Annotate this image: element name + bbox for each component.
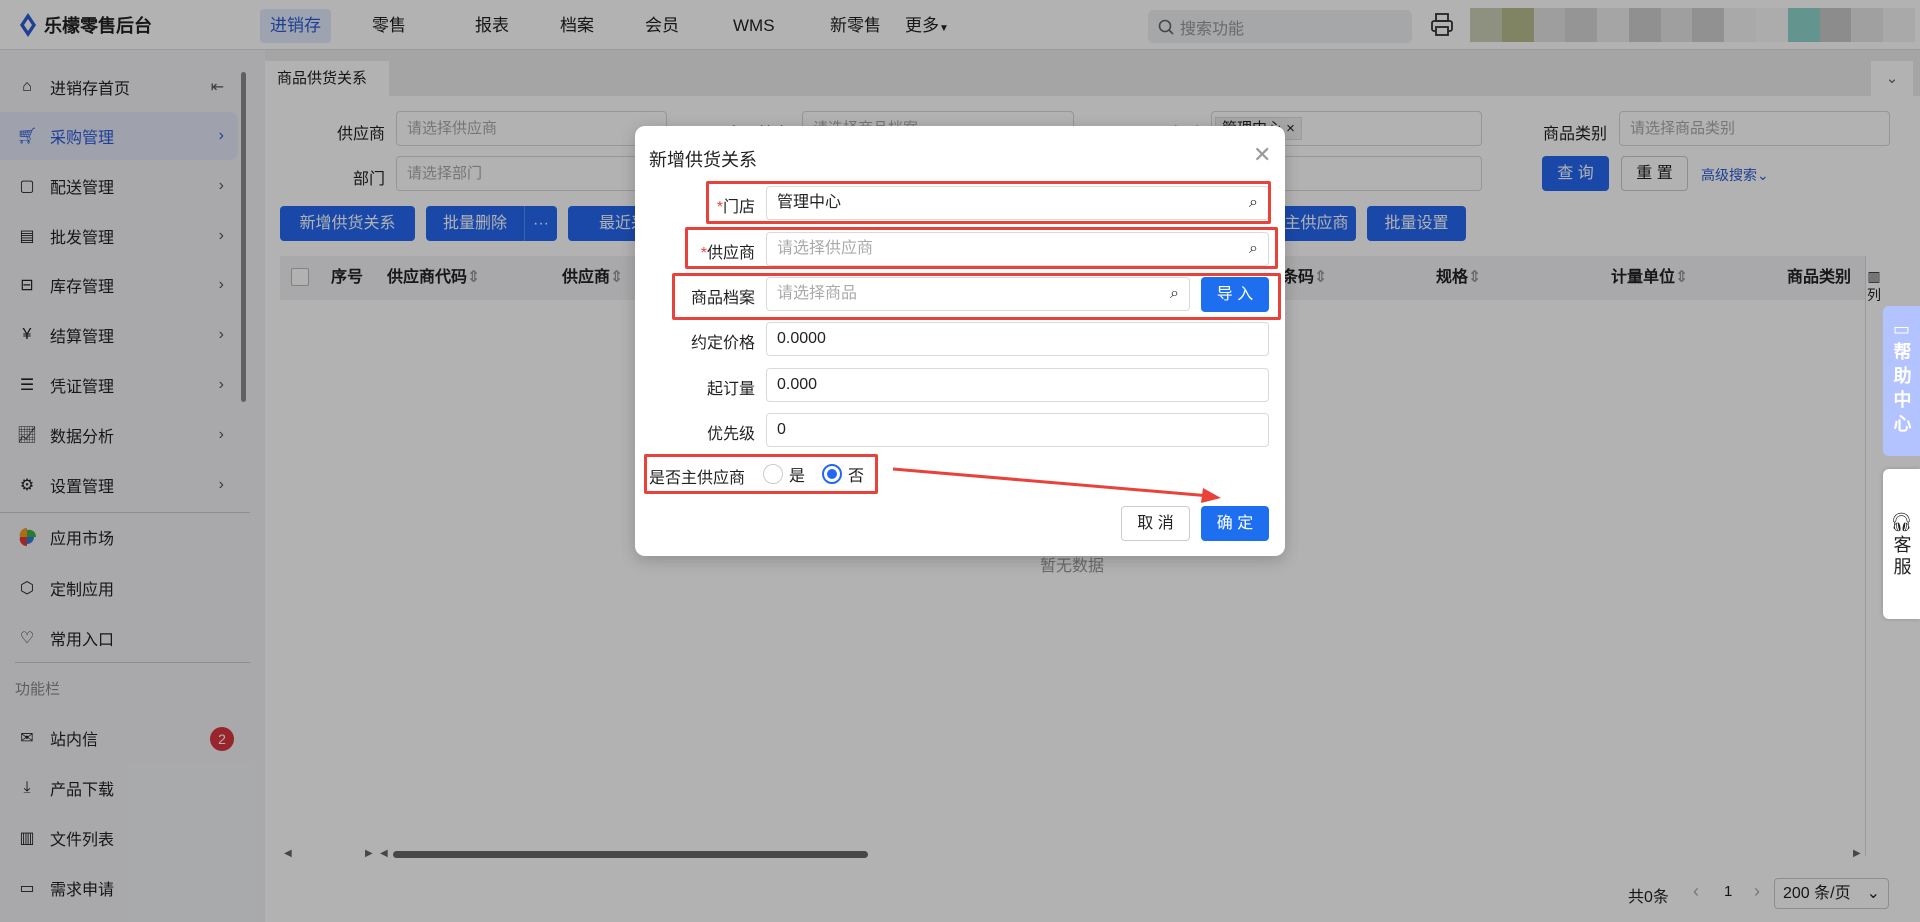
price-label: 约定价格: [690, 335, 755, 352]
help-chat-icon: ▭: [1892, 319, 1910, 339]
priority-input[interactable]: 0: [766, 413, 1269, 447]
dialog-title: 新增供货关系: [649, 150, 757, 170]
annotation-box-main-supplier: [644, 454, 878, 494]
confirm-button[interactable]: 确 定: [1201, 506, 1269, 541]
cancel-button[interactable]: 取 消: [1121, 506, 1190, 541]
help-center-label: 帮助中心: [1891, 342, 1912, 438]
annotation-arrow-icon: [892, 467, 1221, 503]
annotation-box-product: [672, 273, 1281, 320]
close-icon[interactable]: ✕: [1253, 142, 1271, 168]
annotation-box-store: [706, 181, 1271, 224]
customer-service-tab[interactable]: 🎧︎ 客服: [1883, 469, 1920, 619]
annotation-box-supplier: [685, 227, 1278, 269]
moq-input[interactable]: 0.000: [766, 368, 1269, 402]
help-center-tab[interactable]: ▭ 帮助中心: [1883, 306, 1920, 456]
headset-icon: 🎧︎: [1890, 512, 1913, 532]
customer-service-label: 客服: [1891, 535, 1912, 579]
moq-label: 起订量: [706, 381, 755, 398]
add-supply-relation-dialog: 新增供货关系 ✕ *门店 管理中心 ⌕ *供应商 请选择供应商 ⌕ 商品档案 请选择…: [635, 126, 1285, 556]
priority-label: 优先级: [706, 426, 755, 443]
price-input[interactable]: 0.0000: [766, 322, 1269, 356]
